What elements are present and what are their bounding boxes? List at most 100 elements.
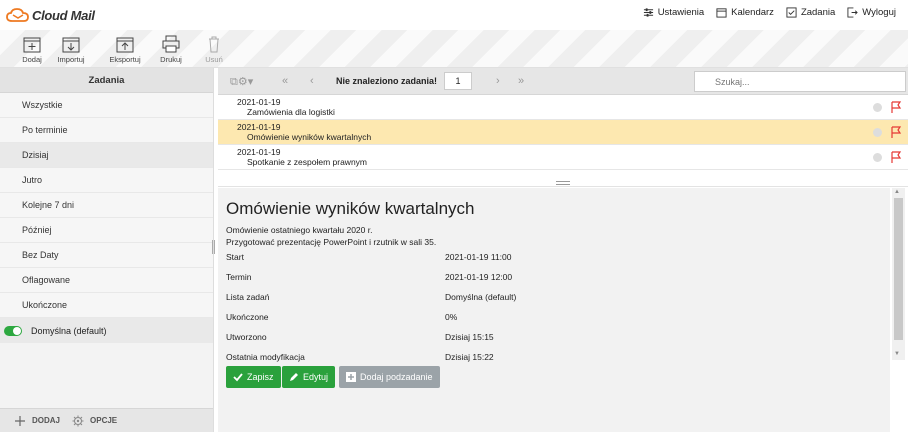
- task-row[interactable]: 2021-01-19 Zamówienia dla logistki: [218, 95, 908, 120]
- tasks-icon: [786, 7, 797, 18]
- complete-toggle-icon[interactable]: [873, 153, 882, 162]
- printer-icon: [162, 35, 180, 53]
- options-button[interactable]: OPCJE: [90, 416, 117, 425]
- settings-sliders-icon: [643, 8, 653, 17]
- sidebar-item-tomorrow[interactable]: Jutro: [0, 168, 213, 193]
- view-options-icon[interactable]: ⧉⚙▾: [230, 75, 253, 89]
- export-icon: [116, 37, 134, 53]
- gear-icon: [72, 415, 84, 426]
- search-input[interactable]: [694, 71, 906, 92]
- task-list-header: ⧉⚙▾ « ‹ Nie znaleziono zadania! 1 › »: [218, 68, 908, 95]
- page-number[interactable]: 1: [444, 72, 472, 90]
- flag-icon[interactable]: [890, 126, 902, 138]
- top-nav: Ustawienia Kalendarz Zadania Wyloguj: [643, 7, 896, 18]
- add-subtask-label: Dodaj podzadanie: [360, 372, 433, 382]
- add-icon: [23, 37, 41, 53]
- trash-icon: [209, 36, 219, 53]
- sidebar-title: Zadania: [0, 68, 213, 93]
- print-button[interactable]: Drukuj: [153, 35, 189, 64]
- task-list-default[interactable]: Domyślna (default): [0, 318, 213, 343]
- details-scrollbar[interactable]: ▲ ▼: [892, 188, 905, 360]
- last-page-icon[interactable]: »: [518, 75, 524, 87]
- task-description: Przygotować prezentację PowerPoint i rzu…: [226, 237, 437, 247]
- sidebar-item-all[interactable]: Wszystkie: [0, 93, 213, 118]
- scroll-thumb[interactable]: [894, 198, 903, 340]
- field-value: Dzisiaj 15:22: [445, 352, 494, 362]
- add-subtask-button[interactable]: Dodaj podzadanie: [339, 366, 440, 388]
- flag-icon[interactable]: [890, 101, 902, 113]
- nav-settings-label: Ustawienia: [657, 7, 705, 18]
- pencil-icon: [290, 373, 298, 381]
- nav-settings[interactable]: Ustawienia: [643, 7, 704, 18]
- sidebar-item-overdue[interactable]: Po terminie: [0, 118, 213, 143]
- field-label: Lista zadań: [226, 292, 270, 302]
- sidebar-item-completed[interactable]: Ukończone: [0, 293, 213, 318]
- logo[interactable]: Cloud Mail: [6, 7, 95, 23]
- nav-tasks[interactable]: Zadania: [786, 7, 835, 18]
- list-toggle[interactable]: [4, 325, 22, 336]
- top-bar: Cloud Mail Ustawienia Kalendarz Zadania …: [0, 0, 908, 30]
- no-task-message: Nie znaleziono zadania!: [336, 76, 438, 86]
- task-list-label: Domyślna (default): [31, 325, 107, 336]
- task-title: Spotkanie z zespołem prawnym: [247, 157, 368, 167]
- field-label: Ukończone: [226, 312, 269, 322]
- task-detail-title: Omówienie wyników kwartalnych: [226, 199, 475, 218]
- nav-calendar[interactable]: Kalendarz: [716, 7, 774, 18]
- field-value: Domyślna (default): [445, 292, 517, 302]
- flag-icon[interactable]: [890, 151, 902, 163]
- scroll-up-icon[interactable]: ▲: [894, 189, 900, 195]
- sidebar-item-next-7-days[interactable]: Kolejne 7 dni: [0, 193, 213, 218]
- task-row[interactable]: 2021-01-19 Spotkanie z zespołem prawnym: [218, 145, 908, 170]
- scroll-down-icon[interactable]: ▼: [894, 351, 900, 357]
- export-button[interactable]: Eksportuj: [107, 35, 143, 64]
- edit-label: Edytuj: [303, 372, 329, 382]
- field-value: 2021-01-19 12:00: [445, 272, 513, 282]
- nav-logout-label: Wyloguj: [862, 7, 896, 18]
- print-label: Drukuj: [160, 55, 182, 64]
- cloud-mail-logo-icon: [6, 8, 29, 22]
- add-list-button[interactable]: DODAJ: [32, 416, 60, 425]
- app-name: Cloud Mail: [32, 7, 95, 23]
- task-details: Omówienie wyników kwartalnych Omówienie …: [218, 188, 890, 432]
- divider-grip-icon[interactable]: [556, 181, 570, 185]
- task-row[interactable]: 2021-01-19 Omówienie wyników kwartalnych: [218, 120, 908, 145]
- task-description: Omówienie ostatniego kwartału 2020 r.: [226, 225, 373, 235]
- sidebar-footer: DODAJ OPCJE: [0, 408, 213, 432]
- nav-calendar-label: Kalendarz: [731, 7, 774, 18]
- import-label: Importuj: [57, 55, 85, 64]
- logout-icon: [847, 7, 859, 18]
- import-button[interactable]: Importuj: [53, 35, 89, 64]
- plus-square-icon: [346, 372, 356, 382]
- field-value: 2021-01-19 11:00: [445, 252, 512, 262]
- next-page-icon[interactable]: ›: [496, 75, 500, 87]
- prev-page-icon[interactable]: ‹: [310, 75, 314, 87]
- calendar-icon: [716, 8, 727, 18]
- complete-toggle-icon[interactable]: [873, 103, 882, 112]
- complete-toggle-icon[interactable]: [873, 128, 882, 137]
- sidebar-item-flagged[interactable]: Oflagowane: [0, 268, 213, 293]
- delete-button[interactable]: Usuń: [196, 35, 232, 64]
- sidebar-item-no-date[interactable]: Bez Daty: [0, 243, 213, 268]
- task-date: 2021-01-19: [237, 147, 281, 157]
- sidebar-item-today[interactable]: Dzisiaj: [0, 143, 213, 168]
- sidebar: Zadania Wszystkie Po terminie Dzisiaj Ju…: [0, 68, 214, 432]
- task-list: 2021-01-19 Zamówienia dla logistki 2021-…: [218, 95, 908, 170]
- nav-logout[interactable]: Wyloguj: [847, 7, 896, 18]
- field-value: 0%: [445, 312, 458, 322]
- task-title: Zamówienia dla logistki: [247, 107, 335, 117]
- plus-icon: [15, 415, 25, 426]
- first-page-icon[interactable]: «: [282, 75, 288, 87]
- task-title: Omówienie wyników kwartalnych: [247, 132, 372, 142]
- field-label: Start: [226, 252, 244, 262]
- add-button[interactable]: Dodaj: [14, 35, 50, 64]
- save-label: Zapisz: [247, 372, 274, 382]
- task-date: 2021-01-19: [237, 97, 281, 107]
- field-value: Dzisiaj 15:15: [445, 332, 494, 342]
- field-label: Utworzono: [226, 332, 267, 342]
- export-label: Eksportuj: [109, 55, 141, 64]
- edit-button[interactable]: Edytuj: [282, 366, 336, 388]
- pane-divider[interactable]: [218, 178, 908, 187]
- sidebar-resize-handle[interactable]: [212, 240, 215, 254]
- sidebar-item-later[interactable]: Później: [0, 218, 213, 243]
- save-button[interactable]: Zapisz: [226, 366, 281, 388]
